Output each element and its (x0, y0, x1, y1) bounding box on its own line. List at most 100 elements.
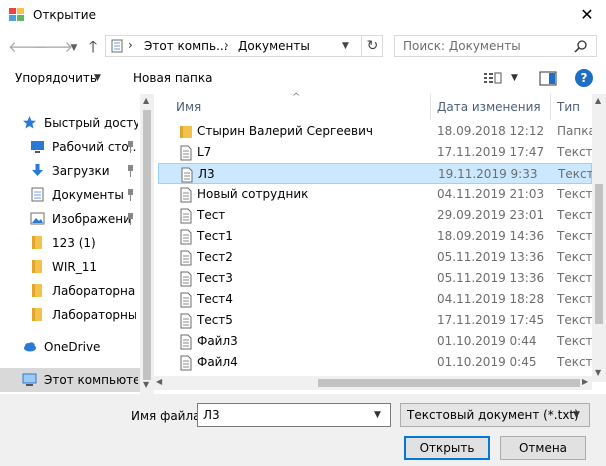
breadcrumb-this-pc[interactable]: Этот компь... (144, 39, 228, 53)
organize-button[interactable]: Упорядочить (15, 71, 97, 85)
table-row[interactable]: Тест4 04.11.2019 18:28 Тексто (158, 289, 592, 310)
file-date: 17.11.2019 17:47 (437, 145, 545, 159)
sidebar-item-this-pc[interactable]: Этот компьютер (0, 368, 140, 392)
sidebar-item-label: 123 (1) (52, 236, 96, 250)
pin-icon[interactable] (126, 189, 135, 201)
column-divider[interactable] (550, 94, 551, 120)
sidebar-item-folder-123[interactable]: 123 (1) (0, 231, 140, 255)
file-type: Тексто (557, 355, 592, 369)
back-button[interactable]: 🡐 (8, 37, 48, 57)
file-type: Тексто (557, 187, 592, 201)
column-divider[interactable] (430, 94, 431, 120)
text-file-icon (180, 334, 192, 350)
new-folder-button[interactable]: Новая папка (133, 71, 212, 85)
file-type: Тексто (557, 334, 592, 348)
scrollbar-thumb[interactable] (595, 184, 603, 324)
pin-icon[interactable] (126, 213, 135, 225)
forward-button[interactable]: 🡒 (33, 37, 73, 57)
table-row[interactable]: L7 17.11.2019 17:47 Тексто (158, 142, 592, 163)
table-row[interactable]: Тест3 05.11.2019 13:36 Тексто (158, 268, 592, 289)
breadcrumb-separator[interactable]: › (128, 38, 133, 52)
sidebar-item-pictures[interactable]: Изображени (0, 207, 140, 231)
table-row[interactable]: Тест2 05.11.2019 13:36 Тексто (158, 247, 592, 268)
file-date: 29.09.2019 23:01 (437, 208, 545, 222)
desktop-icon (31, 141, 44, 153)
documents-icon (111, 39, 123, 53)
sidebar-item-onedrive[interactable]: OneDrive (0, 335, 140, 359)
folder-icon (32, 236, 42, 249)
table-row[interactable]: Файл4 01.10.2019 0:45 Тексто (158, 352, 592, 373)
table-row[interactable]: Тест1 18.09.2019 14:36 Тексто (158, 226, 592, 247)
text-file-icon (181, 167, 193, 183)
text-file-icon (180, 313, 192, 329)
filetype-select[interactable]: Текстовый документ (*.txt) ▼ (400, 403, 590, 427)
open-button[interactable]: Открыть (404, 436, 490, 460)
scroll-up-icon[interactable]: ▲ (595, 96, 601, 105)
help-icon[interactable]: ? (575, 69, 593, 87)
sidebar-item-folder-wir11[interactable]: WIR_11 (0, 255, 140, 279)
sidebar-item-label: WIR_11 (52, 260, 98, 274)
text-file-icon (180, 271, 192, 287)
filename-field[interactable]: Л3 ▼ (197, 403, 391, 427)
chevron-down-icon[interactable]: ▼ (94, 73, 101, 83)
scroll-down-icon[interactable]: ▼ (143, 380, 149, 389)
breadcrumb-documents[interactable]: Документы (238, 39, 310, 53)
up-button[interactable]: 🡑 (82, 37, 104, 57)
search-input[interactable]: Поиск: Документы (394, 35, 597, 57)
scroll-right-icon[interactable]: ▶ (582, 377, 588, 386)
file-name: Тест5 (197, 313, 233, 327)
file-type: Тексто (558, 167, 592, 181)
table-row[interactable]: Файл3 01.10.2019 0:44 Тексто (158, 331, 592, 352)
filetype-value: Текстовый документ (*.txt) (407, 408, 579, 422)
view-options-icon[interactable] (483, 72, 503, 86)
file-list: Стырин Валерий Сергеевич 18.09.2018 12:12… (154, 120, 592, 382)
pin-icon[interactable] (126, 165, 135, 177)
column-header-name[interactable]: Имя (176, 100, 201, 114)
file-date: 19.11.2019 9:33 (438, 167, 538, 181)
file-date: 04.11.2019 18:28 (437, 292, 545, 306)
navigation-pane-scrollbar[interactable]: ▲ ▼ (140, 94, 154, 394)
scroll-down-icon[interactable]: ▼ (595, 368, 601, 377)
sidebar-item-downloads[interactable]: Загрузки (0, 159, 140, 183)
search-icon[interactable] (574, 39, 588, 53)
chevron-down-icon[interactable]: ▼ (573, 410, 580, 420)
cancel-button[interactable]: Отмена (500, 436, 586, 460)
sidebar-item-folder-labs[interactable]: Лабораторные (0, 303, 140, 327)
table-row[interactable]: Тест5 17.11.2019 17:45 Тексто (158, 310, 592, 331)
sidebar-item-label: Документы (52, 188, 124, 202)
column-header-type[interactable]: Тип (557, 100, 580, 114)
close-icon[interactable]: ✕ (572, 4, 602, 26)
scrollbar-thumb[interactable] (143, 110, 151, 380)
text-file-icon (180, 292, 192, 308)
sidebar-item-desktop[interactable]: Рабочий сто... (0, 135, 140, 159)
dialog-footer: Имя файла: Л3 ▼ Текстовый документ (*.tx… (0, 394, 606, 466)
file-list-vertical-scrollbar[interactable]: ▲ ▼ (592, 94, 606, 382)
column-header-date[interactable]: Дата изменения (437, 100, 541, 114)
filename-value[interactable]: Л3 (203, 408, 220, 422)
table-row[interactable]: Стырин Валерий Сергеевич 18.09.2018 12:12… (158, 121, 592, 142)
text-file-icon (180, 355, 192, 371)
address-dropdown-icon[interactable]: ▼ (342, 41, 349, 51)
sidebar-item-quick-access[interactable]: Быстрый доступ (0, 111, 140, 135)
scroll-left-icon[interactable]: ◀ (156, 377, 162, 386)
file-list-horizontal-scrollbar[interactable]: ◀ ▶ (154, 376, 592, 390)
scrollbar-thumb[interactable] (318, 379, 580, 387)
file-date: 17.11.2019 17:45 (437, 313, 545, 327)
view-dropdown-icon[interactable]: ▼ (511, 73, 518, 83)
text-file-icon (180, 187, 192, 203)
refresh-icon[interactable]: ↻ (361, 36, 383, 56)
sidebar-item-documents[interactable]: Документы (0, 183, 140, 207)
scroll-up-icon[interactable]: ▲ (143, 96, 149, 105)
preview-pane-icon[interactable] (539, 71, 557, 86)
table-row[interactable]: Тест 29.09.2019 23:01 Тексто (158, 205, 592, 226)
file-type: Тексто (557, 292, 592, 306)
file-name: Тест1 (197, 229, 233, 243)
sidebar-item-folder-lab-n[interactable]: Лабораторная N (0, 279, 140, 303)
breadcrumb-separator[interactable]: › (224, 38, 229, 52)
table-row[interactable]: Новый сотрудник 04.11.2019 21:03 Тексто (158, 184, 592, 205)
filename-dropdown-icon[interactable]: ▼ (374, 410, 381, 420)
pin-icon[interactable] (126, 141, 135, 153)
file-name: Стырин Валерий Сергеевич (197, 124, 373, 138)
pictures-icon (30, 212, 45, 225)
table-row[interactable]: Л3 19.11.2019 9:33 Тексто (158, 163, 592, 184)
